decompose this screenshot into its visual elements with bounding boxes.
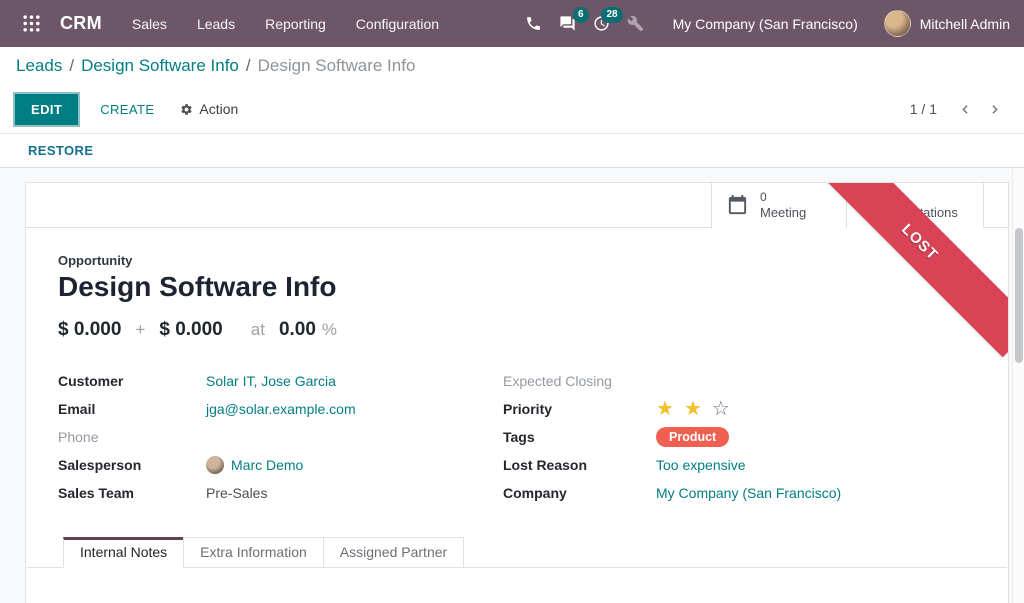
star-icon[interactable]: ☆ [712, 399, 733, 419]
form-sheet: 0 Meeting 0 Quotations LOST Opportunity … [25, 182, 1009, 603]
menu-leads[interactable]: Leads [197, 16, 235, 32]
field-phone: Phone [58, 423, 503, 451]
tab-extra-information[interactable]: Extra Information [183, 537, 324, 568]
create-button[interactable]: CREATE [100, 102, 154, 117]
salesperson-value[interactable]: Marc Demo [206, 456, 303, 474]
tab-assigned-partner[interactable]: Assigned Partner [323, 537, 464, 568]
top-navbar: CRM Sales Leads Reporting Configuration … [0, 0, 1024, 47]
breadcrumb-separator: / [69, 56, 74, 76]
probability-value: 0.00 [279, 319, 316, 341]
star-icon[interactable]: ★ [656, 399, 677, 419]
phone-icon[interactable] [517, 9, 551, 39]
breadcrumb-current: Design Software Info [258, 56, 416, 76]
action-menu-button[interactable]: Action [180, 101, 238, 117]
customer-value[interactable]: Solar IT, Jose Garcia [206, 373, 336, 389]
revenue-line: $ 0.000 + $ 0.000 at 0.00 % [58, 319, 976, 341]
apps-grid-icon[interactable] [14, 7, 48, 41]
email-label: Email [58, 401, 206, 417]
company-value[interactable]: My Company (San Francisco) [656, 485, 841, 501]
field-sales-team: Sales Team Pre-Sales [58, 479, 503, 507]
email-value[interactable]: jga@solar.example.com [206, 401, 356, 417]
restore-button[interactable]: RESTORE [28, 143, 93, 158]
menu-sales[interactable]: Sales [132, 16, 167, 32]
meeting-count: 0 [760, 190, 806, 205]
control-panel: EDIT CREATE Action 1 / 1 [0, 85, 1024, 133]
at-label: at [251, 320, 265, 340]
company-label: Company [503, 485, 656, 501]
record-title: Design Software Info [58, 271, 976, 303]
field-salesperson: Salesperson Marc Demo [58, 451, 503, 479]
company-switcher[interactable]: My Company (San Francisco) [673, 16, 858, 32]
priority-label: Priority [503, 401, 656, 417]
pager-counter: 1 / 1 [910, 101, 937, 117]
field-group-left: Customer Solar IT, Jose Garcia Email jga… [58, 367, 503, 507]
breadcrumb-parent-record[interactable]: Design Software Info [81, 56, 239, 76]
field-lost-reason: Lost Reason Too expensive [503, 451, 976, 479]
sheet-body: Opportunity Design Software Info $ 0.000… [26, 228, 1008, 568]
messages-icon[interactable]: 6 [551, 9, 585, 39]
tags-label: Tags [503, 429, 656, 445]
salesperson-label: Salesperson [58, 457, 206, 473]
star-icon[interactable]: ★ [684, 399, 705, 419]
app-window: CRM Sales Leads Reporting Configuration … [0, 0, 1024, 603]
expected-closing-label: Expected Closing [503, 373, 656, 389]
pager: 1 / 1 [910, 101, 1009, 117]
salesperson-name[interactable]: Marc Demo [231, 457, 303, 473]
menu-configuration[interactable]: Configuration [356, 16, 439, 32]
sales-team-value[interactable]: Pre-Sales [206, 485, 267, 501]
user-avatar[interactable] [884, 10, 911, 37]
phone-label: Phone [58, 429, 206, 445]
recurring-revenue: $ 0.000 [159, 319, 222, 341]
field-tags: Tags Product [503, 423, 976, 451]
percent-sign: % [322, 320, 337, 340]
field-group-right: Expected Closing Priority ★ ★ ☆ [503, 367, 976, 507]
vertical-scrollbar[interactable] [1012, 168, 1024, 603]
form-view-background: 0 Meeting 0 Quotations LOST Opportunity … [0, 168, 1024, 603]
record-type-label: Opportunity [58, 253, 976, 268]
navbar-right: 6 28 My Company (San Francisco) Mitchell… [517, 9, 1010, 39]
field-priority: Priority ★ ★ ☆ [503, 395, 976, 423]
chevron-right-icon[interactable] [988, 103, 1001, 116]
field-expected-closing: Expected Closing [503, 367, 976, 395]
debug-tools-icon[interactable] [619, 9, 653, 39]
expected-revenue: $ 0.000 [58, 319, 121, 341]
tab-internal-notes[interactable]: Internal Notes [63, 537, 184, 568]
breadcrumb-separator: / [246, 56, 251, 76]
customer-label: Customer [58, 373, 206, 389]
plus-sign: + [135, 320, 145, 340]
chevron-left-icon[interactable] [959, 103, 972, 116]
field-customer: Customer Solar IT, Jose Garcia [58, 367, 503, 395]
edit-button[interactable]: EDIT [15, 94, 78, 125]
status-bar: RESTORE [0, 133, 1024, 168]
lost-reason-label: Lost Reason [503, 457, 656, 473]
gear-icon [180, 103, 193, 116]
tag-product[interactable]: Product [656, 427, 729, 447]
calendar-icon [726, 194, 749, 217]
scrollbar-thumb[interactable] [1015, 228, 1023, 363]
meeting-stat-button[interactable]: 0 Meeting [711, 183, 846, 228]
sales-team-label: Sales Team [58, 485, 206, 501]
menu-reporting[interactable]: Reporting [265, 16, 326, 32]
field-grid: Customer Solar IT, Jose Garcia Email jga… [58, 367, 976, 507]
action-label: Action [199, 101, 238, 117]
app-name[interactable]: CRM [60, 13, 102, 34]
activities-clock-icon[interactable]: 28 [585, 9, 619, 39]
priority-stars: ★ ★ ☆ [656, 399, 733, 419]
notebook-tabs: Internal Notes Extra Information Assigne… [27, 537, 1007, 568]
meeting-label: Meeting [760, 205, 806, 221]
field-email: Email jga@solar.example.com [58, 395, 503, 423]
breadcrumb: Leads / Design Software Info / Design So… [0, 47, 1024, 85]
lost-reason-value[interactable]: Too expensive [656, 457, 746, 473]
user-menu[interactable]: Mitchell Admin [920, 16, 1010, 32]
breadcrumb-leads[interactable]: Leads [16, 56, 62, 76]
salesperson-avatar [206, 456, 224, 474]
field-company: Company My Company (San Francisco) [503, 479, 976, 507]
